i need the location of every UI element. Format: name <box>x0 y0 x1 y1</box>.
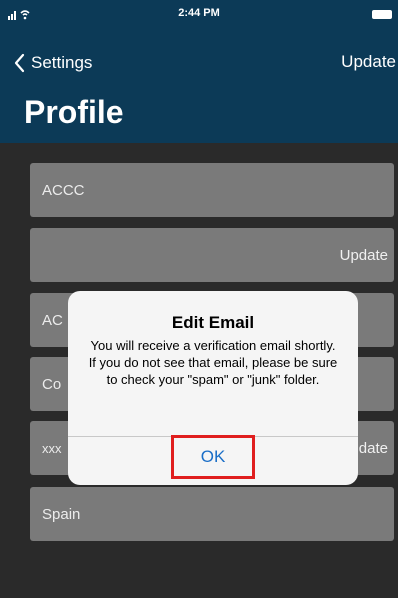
profile-field-2[interactable]: Update <box>30 228 394 282</box>
chevron-left-icon <box>14 53 25 73</box>
profile-header: 2:44 PM Settings Update Profile <box>0 0 398 143</box>
profile-field-country[interactable]: Spain <box>30 487 394 541</box>
dialog-title: Edit Email <box>171 313 255 332</box>
profile-screen: 2:44 PM Settings Update Profile ACCC Upd… <box>0 0 398 598</box>
field-value: xxx <box>42 440 62 456</box>
ok-button[interactable]: OK <box>171 435 255 479</box>
field-update-label[interactable]: Update <box>340 247 394 264</box>
profile-field-1[interactable]: ACCC <box>30 163 394 217</box>
back-button[interactable]: Settings <box>14 48 92 78</box>
field-value: ACCC <box>42 181 85 199</box>
battery-icon <box>372 10 392 19</box>
page-title: Profile <box>24 94 124 130</box>
field-value: Spain <box>42 505 81 523</box>
field-update-label[interactable]: date <box>359 440 394 457</box>
nav-bar: Settings Update <box>0 48 398 78</box>
update-button[interactable]: Update <box>341 52 396 72</box>
status-bar: 2:44 PM <box>0 0 398 28</box>
status-time: 2:44 PM <box>178 7 220 19</box>
dialog-message: You will receive a verification email sh… <box>88 338 338 387</box>
field-value: Co <box>42 375 62 393</box>
back-label: Settings <box>31 53 93 72</box>
field-value: AC <box>42 311 63 329</box>
